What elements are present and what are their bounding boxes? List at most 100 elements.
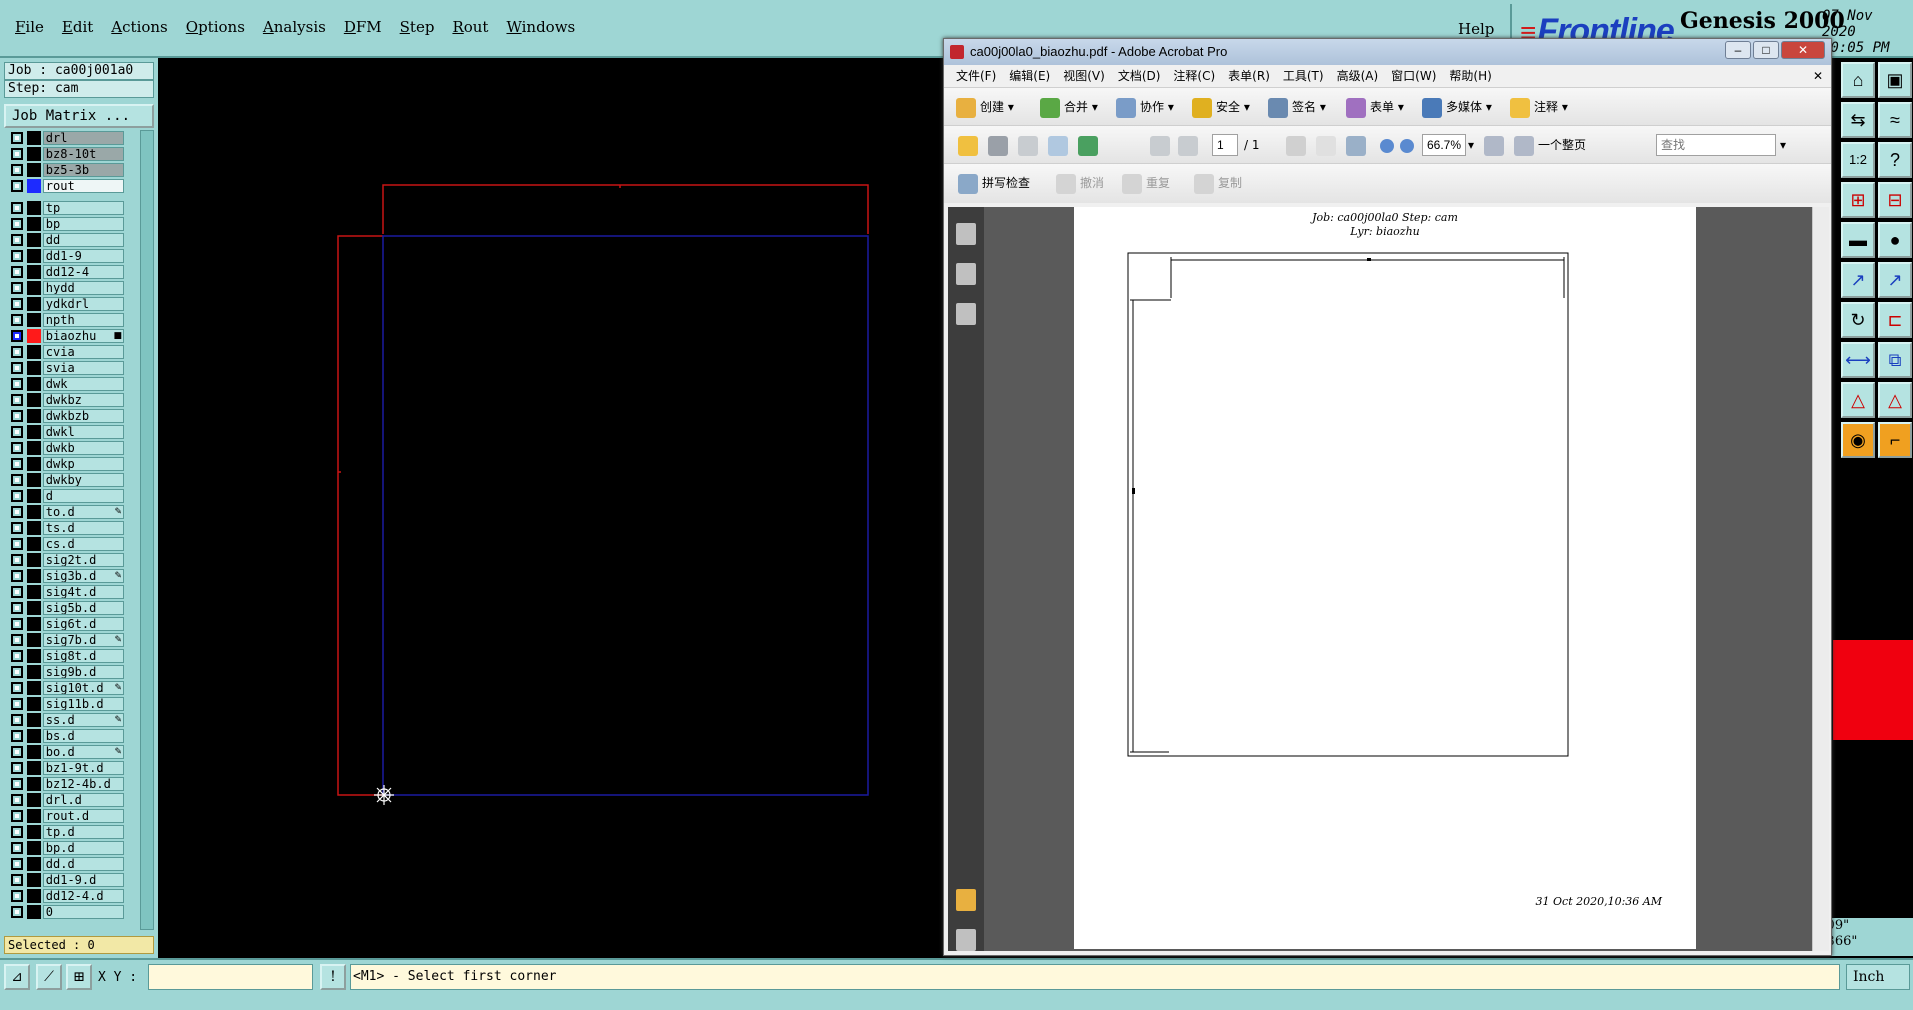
menu-dfm[interactable]: DFM — [335, 18, 391, 36]
layer-row[interactable]: sig4t.d — [6, 584, 124, 600]
layer-checkbox[interactable] — [11, 762, 23, 774]
triangle2-icon[interactable]: △ — [1878, 382, 1912, 418]
layer-checkbox[interactable] — [11, 746, 23, 758]
layer-row[interactable]: sig11b.d — [6, 696, 124, 712]
layer-row[interactable]: ss.d ✎ — [6, 712, 124, 728]
layer-row[interactable]: rout.d — [6, 808, 124, 824]
acro-menu-forms[interactable]: 表单(R) — [1228, 65, 1270, 87]
layer-checkbox[interactable] — [11, 618, 23, 630]
acro-menu-document[interactable]: 文档(D) — [1118, 65, 1161, 87]
layer-row[interactable]: npth — [6, 312, 124, 328]
triangle-icon[interactable]: △ — [1841, 382, 1875, 418]
layer-row[interactable]: bo.d ✎ — [6, 744, 124, 760]
close-button[interactable]: ✕ — [1781, 41, 1825, 59]
layer-checkbox[interactable] — [11, 164, 23, 176]
layer-checkbox[interactable] — [11, 234, 23, 246]
layer-checkbox[interactable] — [11, 634, 23, 646]
layer-row[interactable]: sig3b.d ✎ — [6, 568, 124, 584]
menu-file[interactable]: File — [6, 18, 53, 36]
layer-row[interactable]: bz5-3b — [6, 162, 124, 178]
home-icon[interactable]: ⌂ — [1841, 62, 1875, 98]
unit-selector[interactable]: Inch — [1846, 964, 1910, 990]
layer-checkbox[interactable] — [11, 314, 23, 326]
layer-checkbox[interactable] — [11, 794, 23, 806]
search-input[interactable] — [1656, 134, 1776, 156]
layer-row[interactable]: d — [6, 488, 124, 504]
layer-row[interactable]: to.d ✎ — [6, 504, 124, 520]
menu-step[interactable]: Step — [391, 18, 444, 36]
layer-checkbox[interactable] — [11, 650, 23, 662]
collaborate-button[interactable]: 协作 ▾ — [1116, 96, 1174, 118]
acro-menu-file[interactable]: 文件(F) — [956, 65, 996, 87]
layer-row[interactable]: hydd — [6, 280, 124, 296]
layer-checkbox[interactable] — [11, 362, 23, 374]
layer-row[interactable]: bz12-4b.d — [6, 776, 124, 792]
page-number-input[interactable] — [1212, 134, 1238, 156]
layer-checkbox[interactable] — [11, 458, 23, 470]
snake-icon[interactable]: ≈ — [1878, 102, 1912, 138]
zoom-in-button[interactable] — [1400, 134, 1418, 156]
layer-checkbox[interactable] — [11, 570, 23, 582]
sign-button[interactable]: 签名 ▾ — [1268, 96, 1326, 118]
layer-checkbox[interactable] — [11, 826, 23, 838]
layer-row[interactable]: drl.d — [6, 792, 124, 808]
layer-checkbox[interactable] — [11, 682, 23, 694]
comments-icon[interactable] — [956, 889, 976, 911]
layer-row[interactable]: sig6t.d — [6, 616, 124, 632]
layer-row[interactable]: dwkp — [6, 456, 124, 472]
hand-tool-button[interactable] — [1316, 134, 1340, 156]
layer-row[interactable]: sig10t.d ✎ — [6, 680, 124, 696]
layer-row[interactable]: 0 — [6, 904, 124, 920]
layer-row[interactable]: ydkdrl — [6, 296, 124, 312]
signatures-icon[interactable] — [956, 303, 976, 325]
cursor-icon[interactable]: ◉ — [1841, 422, 1875, 458]
layer-checkbox[interactable] — [11, 218, 23, 230]
create-button[interactable]: 创建 ▾ — [956, 96, 1014, 118]
layer-row[interactable]: svia — [6, 360, 124, 376]
route-icon[interactable]: ⌐ — [1878, 422, 1912, 458]
layer-row[interactable]: sig8t.d — [6, 648, 124, 664]
layer-checkbox[interactable] — [11, 698, 23, 710]
spellcheck-button[interactable]: 拼写检查 — [958, 172, 1030, 194]
zoom-input[interactable] — [1422, 134, 1466, 156]
layer-checkbox[interactable] — [11, 666, 23, 678]
layer-checkbox[interactable] — [11, 346, 23, 358]
layer-checkbox[interactable] — [11, 282, 23, 294]
document-area[interactable]: Job: ca00j00la0 Step: cam Lyr: biaozhu 3… — [984, 207, 1812, 951]
acrobat-titlebar[interactable]: ca00j00la0_biaozhu.pdf - Adobe Acrobat P… — [944, 39, 1831, 65]
zoom-dropdown-icon[interactable]: ▾ — [1468, 134, 1474, 156]
menu-analysis[interactable]: Analysis — [254, 18, 335, 36]
grid-icon[interactable]: ⊞ — [66, 964, 92, 990]
question-icon[interactable]: ? — [1878, 142, 1912, 178]
secure-button[interactable]: 安全 ▾ — [1192, 96, 1250, 118]
layer-checkbox[interactable] — [11, 778, 23, 790]
job-matrix-button[interactable]: Job Matrix ... — [4, 104, 154, 128]
layer-row[interactable]: dd12-4.d — [6, 888, 124, 904]
pad-icon[interactable]: ● — [1878, 222, 1912, 258]
comment-button[interactable]: 注释 ▾ — [1510, 96, 1568, 118]
layer-row[interactable]: tp — [6, 200, 124, 216]
layer-row[interactable]: drl — [6, 130, 124, 146]
pages-icon[interactable] — [956, 223, 976, 245]
layer-checkbox[interactable] — [11, 730, 23, 742]
layer-row[interactable]: sig2t.d — [6, 552, 124, 568]
xy-input[interactable] — [148, 964, 313, 990]
layer-checkbox[interactable] — [11, 890, 23, 902]
layer-row[interactable]: cs.d — [6, 536, 124, 552]
copy-button[interactable]: 复制 — [1194, 172, 1242, 194]
layer-checkbox[interactable] — [11, 906, 23, 918]
layer-checkbox[interactable] — [11, 490, 23, 502]
multimedia-button[interactable]: 多媒体 ▾ — [1422, 96, 1492, 118]
layer-checkbox[interactable] — [11, 298, 23, 310]
layer-checkbox[interactable] — [11, 330, 23, 342]
undo-button[interactable]: 撤消 — [1056, 172, 1104, 194]
ruler-icon[interactable]: ▬ — [1841, 222, 1875, 258]
scale-icon[interactable]: 1:2 — [1841, 142, 1875, 178]
connect2-icon[interactable]: ↗ — [1878, 262, 1912, 298]
panel-icon[interactable]: ▣ — [1878, 62, 1912, 98]
zoom-tool-button[interactable] — [1346, 134, 1370, 156]
zoom-box-icon[interactable]: ⊿ — [4, 964, 30, 990]
layer-checkbox[interactable] — [11, 394, 23, 406]
search-dropdown-icon[interactable]: ▾ — [1780, 134, 1786, 156]
layer-checkbox[interactable] — [11, 426, 23, 438]
